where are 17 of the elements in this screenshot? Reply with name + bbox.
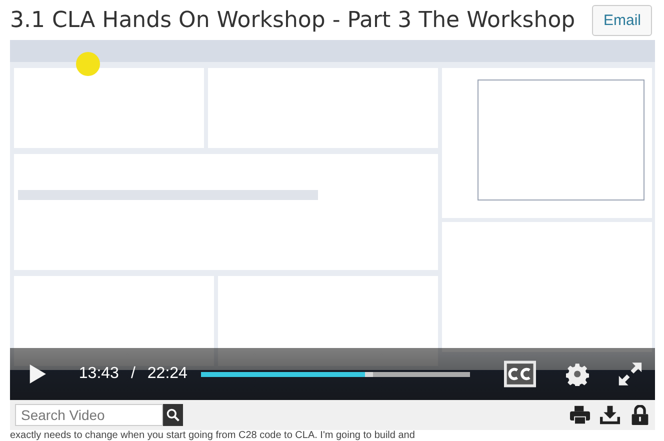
progress-bar[interactable] [201,372,470,376]
search-button[interactable] [163,404,183,426]
search-field[interactable]: Search Video [15,404,163,426]
email-button[interactable]: Email [592,4,652,36]
lock-icon[interactable] [630,405,650,425]
play-icon[interactable] [28,363,47,385]
closed-captions-icon[interactable] [504,360,536,388]
current-time: 13:43 [78,365,119,383]
video-player[interactable]: 13:43 / 22:24 [10,40,655,400]
transcript-text: exactly needs to change when you start going from C28 code to CLA. I'm going to build and [10,430,416,441]
print-icon[interactable] [570,405,590,425]
settings-icon[interactable] [566,362,589,386]
duration: 22:24 [147,365,188,383]
time-separator: / [130,365,136,383]
download-icon[interactable] [600,405,620,425]
page-title: 3.1 CLA Hands On Workshop - Part 3 The Workshop [10,8,576,32]
fullscreen-icon[interactable] [616,360,643,388]
